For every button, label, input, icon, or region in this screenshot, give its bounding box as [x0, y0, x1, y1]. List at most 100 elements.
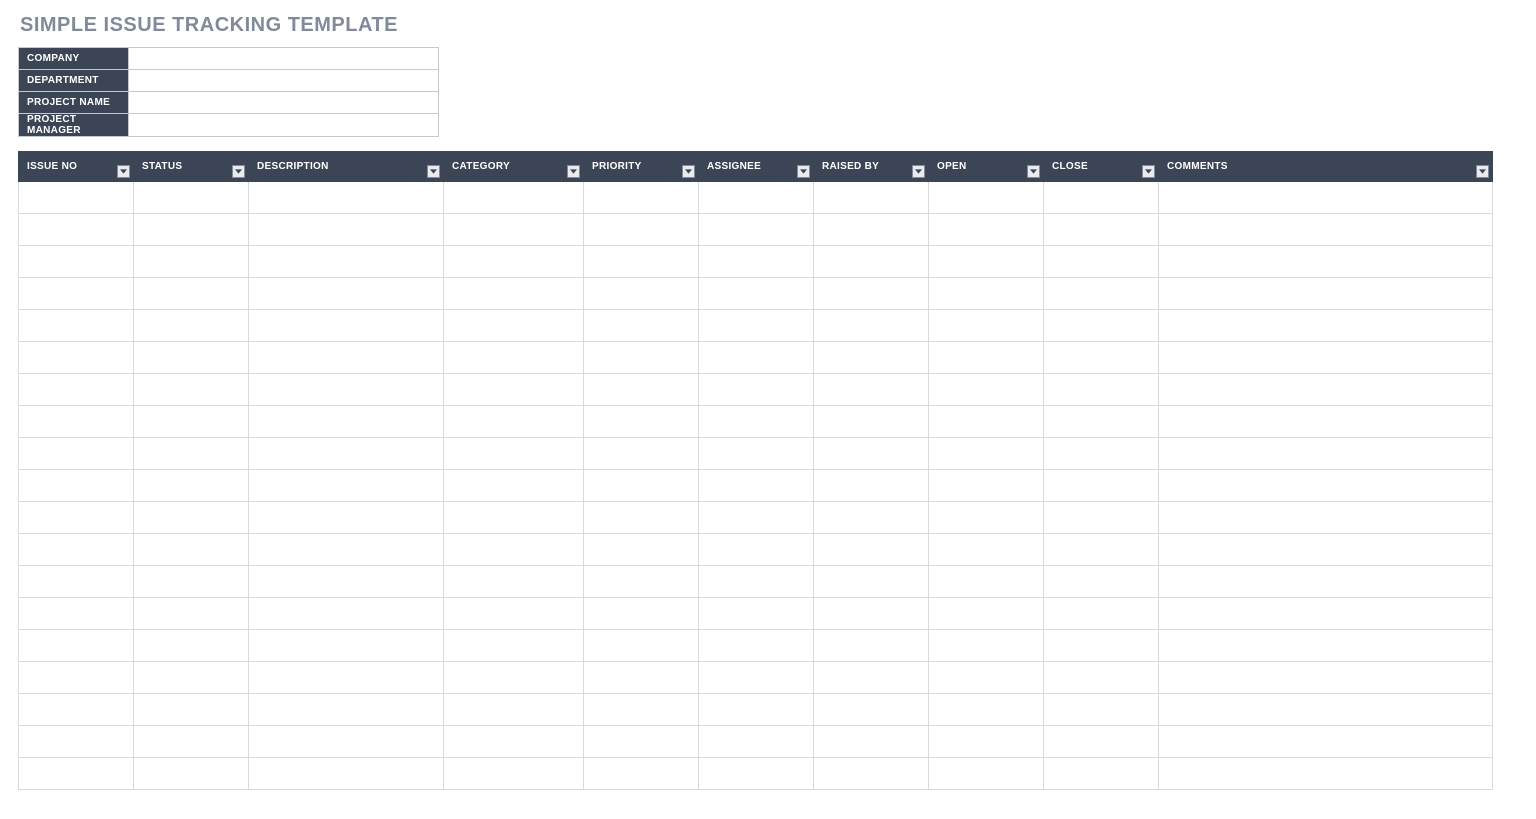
cell-issue_no[interactable]: [19, 182, 134, 214]
cell-comments[interactable]: [1159, 758, 1493, 790]
cell-raised_by[interactable]: [814, 726, 929, 758]
cell-status[interactable]: [134, 694, 249, 726]
cell-priority[interactable]: [584, 726, 699, 758]
cell-category[interactable]: [444, 182, 584, 214]
cell-description[interactable]: [249, 630, 444, 662]
cell-assignee[interactable]: [699, 598, 814, 630]
cell-assignee[interactable]: [699, 630, 814, 662]
cell-close[interactable]: [1044, 182, 1159, 214]
cell-comments[interactable]: [1159, 182, 1493, 214]
cell-description[interactable]: [249, 214, 444, 246]
cell-issue_no[interactable]: [19, 406, 134, 438]
cell-open[interactable]: [929, 374, 1044, 406]
cell-priority[interactable]: [584, 566, 699, 598]
cell-issue_no[interactable]: [19, 502, 134, 534]
cell-raised_by[interactable]: [814, 534, 929, 566]
cell-description[interactable]: [249, 726, 444, 758]
cell-description[interactable]: [249, 534, 444, 566]
cell-category[interactable]: [444, 630, 584, 662]
cell-close[interactable]: [1044, 630, 1159, 662]
cell-open[interactable]: [929, 502, 1044, 534]
meta-value-cell[interactable]: [129, 92, 439, 114]
cell-close[interactable]: [1044, 566, 1159, 598]
cell-assignee[interactable]: [699, 566, 814, 598]
cell-description[interactable]: [249, 566, 444, 598]
cell-priority[interactable]: [584, 470, 699, 502]
cell-category[interactable]: [444, 278, 584, 310]
cell-category[interactable]: [444, 438, 584, 470]
cell-open[interactable]: [929, 342, 1044, 374]
cell-open[interactable]: [929, 246, 1044, 278]
cell-assignee[interactable]: [699, 502, 814, 534]
filter-dropdown-icon[interactable]: [1476, 165, 1489, 178]
filter-dropdown-icon[interactable]: [232, 165, 245, 178]
cell-priority[interactable]: [584, 182, 699, 214]
cell-open[interactable]: [929, 566, 1044, 598]
cell-raised_by[interactable]: [814, 470, 929, 502]
cell-comments[interactable]: [1159, 342, 1493, 374]
cell-description[interactable]: [249, 310, 444, 342]
cell-category[interactable]: [444, 662, 584, 694]
cell-status[interactable]: [134, 534, 249, 566]
cell-close[interactable]: [1044, 758, 1159, 790]
cell-raised_by[interactable]: [814, 758, 929, 790]
cell-status[interactable]: [134, 214, 249, 246]
cell-assignee[interactable]: [699, 342, 814, 374]
cell-status[interactable]: [134, 182, 249, 214]
cell-open[interactable]: [929, 310, 1044, 342]
cell-category[interactable]: [444, 406, 584, 438]
cell-comments[interactable]: [1159, 630, 1493, 662]
cell-open[interactable]: [929, 534, 1044, 566]
cell-comments[interactable]: [1159, 310, 1493, 342]
cell-open[interactable]: [929, 470, 1044, 502]
cell-description[interactable]: [249, 438, 444, 470]
cell-assignee[interactable]: [699, 470, 814, 502]
cell-close[interactable]: [1044, 310, 1159, 342]
cell-issue_no[interactable]: [19, 630, 134, 662]
cell-close[interactable]: [1044, 726, 1159, 758]
cell-priority[interactable]: [584, 374, 699, 406]
cell-issue_no[interactable]: [19, 310, 134, 342]
cell-assignee[interactable]: [699, 182, 814, 214]
cell-description[interactable]: [249, 182, 444, 214]
filter-dropdown-icon[interactable]: [682, 165, 695, 178]
cell-comments[interactable]: [1159, 566, 1493, 598]
cell-issue_no[interactable]: [19, 342, 134, 374]
cell-status[interactable]: [134, 758, 249, 790]
cell-assignee[interactable]: [699, 438, 814, 470]
cell-status[interactable]: [134, 278, 249, 310]
cell-assignee[interactable]: [699, 534, 814, 566]
cell-raised_by[interactable]: [814, 694, 929, 726]
cell-assignee[interactable]: [699, 278, 814, 310]
cell-comments[interactable]: [1159, 214, 1493, 246]
cell-close[interactable]: [1044, 662, 1159, 694]
cell-raised_by[interactable]: [814, 662, 929, 694]
cell-open[interactable]: [929, 598, 1044, 630]
cell-raised_by[interactable]: [814, 406, 929, 438]
cell-category[interactable]: [444, 694, 584, 726]
cell-comments[interactable]: [1159, 470, 1493, 502]
cell-raised_by[interactable]: [814, 310, 929, 342]
cell-raised_by[interactable]: [814, 630, 929, 662]
cell-status[interactable]: [134, 406, 249, 438]
cell-priority[interactable]: [584, 342, 699, 374]
cell-open[interactable]: [929, 726, 1044, 758]
cell-close[interactable]: [1044, 214, 1159, 246]
cell-raised_by[interactable]: [814, 246, 929, 278]
cell-comments[interactable]: [1159, 438, 1493, 470]
cell-raised_by[interactable]: [814, 502, 929, 534]
cell-close[interactable]: [1044, 278, 1159, 310]
cell-close[interactable]: [1044, 246, 1159, 278]
cell-priority[interactable]: [584, 406, 699, 438]
cell-category[interactable]: [444, 758, 584, 790]
cell-open[interactable]: [929, 758, 1044, 790]
cell-status[interactable]: [134, 502, 249, 534]
cell-category[interactable]: [444, 342, 584, 374]
cell-comments[interactable]: [1159, 694, 1493, 726]
cell-status[interactable]: [134, 438, 249, 470]
filter-dropdown-icon[interactable]: [427, 165, 440, 178]
cell-priority[interactable]: [584, 758, 699, 790]
cell-open[interactable]: [929, 694, 1044, 726]
cell-description[interactable]: [249, 342, 444, 374]
cell-open[interactable]: [929, 662, 1044, 694]
